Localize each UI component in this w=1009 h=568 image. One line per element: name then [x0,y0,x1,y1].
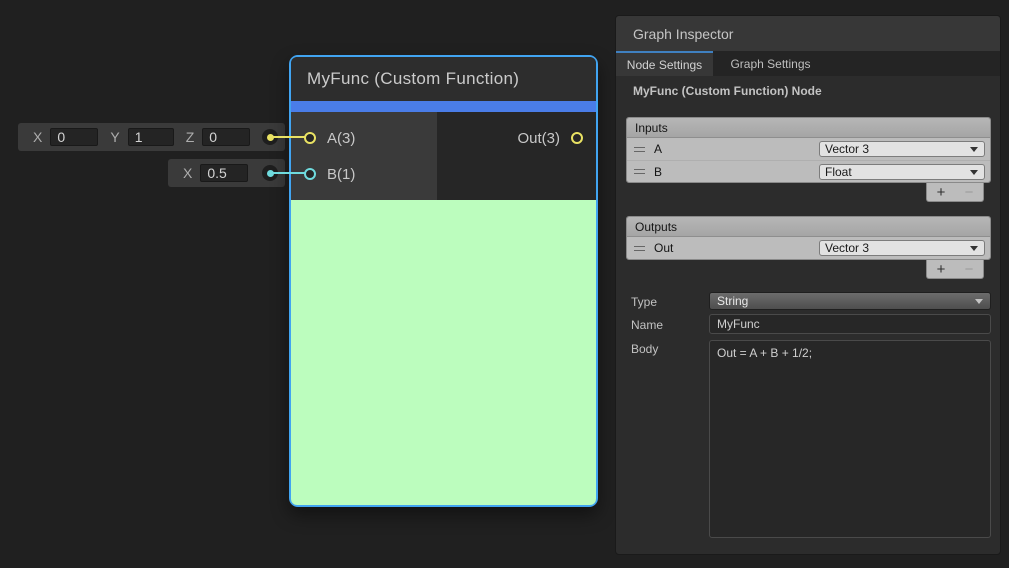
input-port-a-label: A(3) [327,130,355,147]
outputs-row-out[interactable]: Out Vector 3 [627,237,990,259]
inputs-list-box: Inputs A Vector 3 B Float [626,117,991,183]
type-value: String [717,294,748,308]
inputs-list-header: Inputs [627,118,990,138]
output-out-name: Out [654,241,673,255]
remove-output-button[interactable]: − [965,261,974,278]
input-b-type-dropdown[interactable]: Float [819,164,985,180]
input-ports-column: A(3) B(1) [291,112,437,200]
wire-vector3-to-a [270,136,306,138]
custom-function-node[interactable]: MyFunc (Custom Function) A(3) B(1) Out(3… [289,55,598,507]
remove-input-button[interactable]: − [965,184,974,201]
inspector-tab-bar: Node Settings Graph Settings [616,51,1000,76]
input-port-a-icon[interactable] [304,132,316,144]
outputs-list: Outputs Out Vector 3 + − [626,216,991,279]
input-b-type-value: Float [825,165,852,179]
body-field[interactable]: Out = A + B + 1/2; [709,340,991,538]
input-a-type-dropdown[interactable]: Vector 3 [819,141,985,157]
node-header[interactable]: MyFunc (Custom Function) [291,57,596,101]
inputs-row-b[interactable]: B Float [627,160,990,182]
node-ports-section: A(3) B(1) Out(3) [291,112,596,200]
x-label: X [33,129,42,145]
tab-graph-settings-label: Graph Settings [730,57,810,71]
tab-node-settings-label: Node Settings [627,58,702,72]
z-value: 0 [209,129,217,145]
inputs-list: Inputs A Vector 3 B Float [626,117,991,202]
tab-node-settings[interactable]: Node Settings [616,51,713,76]
chevron-down-icon [970,147,978,152]
port-row-b: B(1) [291,156,437,192]
graph-inspector-title: Graph Inspector [633,26,733,42]
chevron-down-icon [970,246,978,251]
wire-float-to-b [270,172,306,174]
name-value: MyFunc [717,317,760,331]
type-label: Type [631,295,657,309]
add-output-button[interactable]: + [937,261,946,278]
x-label: X [183,165,192,181]
body-label: Body [631,342,658,356]
input-a-name: A [654,142,662,156]
y-label: Y [110,129,119,145]
inputs-list-footer: + − [926,183,984,202]
graph-inspector-titlebar[interactable]: Graph Inspector [616,16,1000,51]
shader-graph-canvas[interactable]: X 0 Y 1 Z 0 X 0.5 MyFunc (Custom Functio… [0,0,1009,568]
output-port-out-label: Out(3) [517,130,560,147]
y-value: 1 [135,129,143,145]
z-label: Z [186,129,195,145]
inputs-row-a[interactable]: A Vector 3 [627,138,990,160]
y-value-field[interactable]: 1 [128,128,174,146]
node-settings-heading: MyFunc (Custom Function) Node [633,78,822,104]
add-input-button[interactable]: + [937,184,946,201]
input-a-type-value: Vector 3 [825,142,869,156]
chevron-down-icon [975,299,983,304]
drag-handle-icon[interactable] [634,147,645,152]
node-color-bar [291,101,596,112]
node-preview [291,200,596,505]
float-value-field[interactable]: 0.5 [200,164,248,182]
inline-vector3-widget: X 0 Y 1 Z 0 [18,123,285,151]
outputs-list-header: Outputs [627,217,990,237]
port-row-out: Out(3) [437,120,596,156]
name-label: Name [631,318,663,332]
output-out-type-value: Vector 3 [825,241,869,255]
input-port-b-label: B(1) [327,166,355,183]
z-value-field[interactable]: 0 [202,128,250,146]
float-value: 0.5 [207,165,226,181]
drag-handle-icon[interactable] [634,246,645,251]
input-b-name: B [654,165,662,179]
outputs-list-box: Outputs Out Vector 3 [626,216,991,260]
x-value: 0 [57,129,65,145]
output-port-out-icon[interactable] [571,132,583,144]
tab-graph-settings[interactable]: Graph Settings [713,51,828,76]
x-value-field[interactable]: 0 [50,128,98,146]
graph-inspector-panel: Graph Inspector Node Settings Graph Sett… [615,15,1001,555]
name-field[interactable]: MyFunc [709,314,991,334]
output-ports-column: Out(3) [437,112,596,200]
outputs-list-footer: + − [926,260,984,279]
type-dropdown[interactable]: String [709,292,991,310]
output-out-type-dropdown[interactable]: Vector 3 [819,240,985,256]
node-title: MyFunc (Custom Function) [307,69,519,89]
port-row-a: A(3) [291,120,437,156]
input-port-b-icon[interactable] [304,168,316,180]
chevron-down-icon [970,170,978,175]
inline-float-widget: X 0.5 [168,159,285,187]
drag-handle-icon[interactable] [634,169,645,174]
